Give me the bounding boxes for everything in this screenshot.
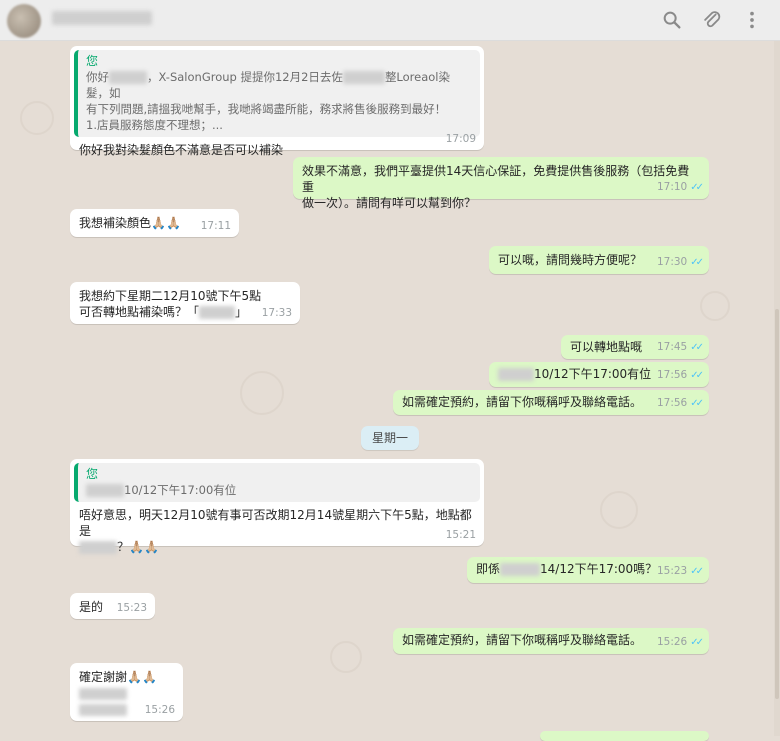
- message-text: 即係 14/12下午17:00嗎？: [476, 562, 658, 576]
- redacted-text: [86, 484, 124, 497]
- wallpaper-doodle: [20, 101, 54, 135]
- message-time: 17:33: [261, 307, 292, 319]
- message-time: 17:11: [200, 220, 231, 232]
- quote-author: 您: [86, 467, 99, 481]
- message-bubble[interactable]: 是的 15:23: [70, 593, 155, 619]
- message-bubble[interactable]: 我想約下星期二12月10號下午5點 可否轉地點補染嗎？「」 17:33: [70, 282, 300, 324]
- quote-text: 你好 ，X-SalonGroup 提提你12月2日去佐 整Loreaol染髮，如 有…: [86, 70, 451, 132]
- quote-author: 您: [86, 54, 99, 68]
- message-text: 我想補染顏色🙏🏼🙏🏼: [79, 216, 181, 230]
- message-bubble[interactable]: 如需確定預約，請留下你嘅稱呼及聯絡電話。 17:56 ✓✓: [393, 390, 709, 415]
- message-bubble[interactable]: 10/12下午17:00有位 17:56 ✓✓: [489, 362, 709, 387]
- read-ticks-icon: ✓✓: [690, 370, 704, 381]
- message-time: 15:26: [144, 704, 175, 716]
- paperclip-icon[interactable]: [701, 9, 723, 31]
- message-time: 15:23 ✓✓: [656, 565, 704, 577]
- message-bubble[interactable]: 即係 14/12下午17:00嗎？ 15:23 ✓✓: [467, 557, 709, 583]
- scrollbar-thumb[interactable]: [775, 309, 779, 699]
- message-text: 唔好意思，明天12月10號有事可否改期12月14號星期六下午5點，地點都是 ？🙏…: [79, 508, 472, 554]
- redacted-text: [498, 368, 534, 381]
- redacted-text: [199, 306, 236, 319]
- wallpaper-doodle: [700, 291, 730, 321]
- read-ticks-icon: ✓✓: [690, 398, 704, 409]
- message-time: 17:56 ✓✓: [656, 369, 704, 381]
- quoted-message[interactable]: 您 你好 ，X-SalonGroup 提提你12月2日去佐 整Loreaol染髮，如…: [74, 50, 480, 137]
- message-time: 17:10 ✓✓: [656, 181, 704, 193]
- quote-text: 10/12下午17:00有位: [86, 482, 472, 498]
- redacted-text: [109, 71, 147, 84]
- read-ticks-icon: ✓✓: [690, 566, 704, 577]
- redacted-text: [79, 541, 117, 554]
- contact-name[interactable]: [52, 11, 152, 25]
- message-time: 17:56 ✓✓: [656, 397, 704, 409]
- message-time: 15:21: [445, 529, 476, 541]
- message-bubble[interactable]: 您 10/12下午17:00有位 唔好意思，明天12月10號有事可否改期12月1…: [70, 459, 484, 554]
- wallpaper-doodle: [240, 371, 284, 415]
- message-bubble[interactable]: 我想補染顏色🙏🏼🙏🏼 17:11: [70, 209, 239, 237]
- message-time: 15:23: [116, 602, 147, 614]
- date-divider: 星期一: [361, 426, 419, 450]
- redacted-text: [342, 71, 385, 84]
- redacted-text: [500, 563, 541, 576]
- message-text: 如需確定預約，請留下你嘅稱呼及聯絡電話。: [402, 395, 643, 409]
- search-icon[interactable]: [661, 9, 683, 31]
- message-time: 17:09: [445, 133, 476, 145]
- redacted-text: [79, 687, 127, 700]
- message-bubble[interactable]: 效果不滿意，我們平臺提供14天信心保証，免費提供售後服務（包括免費重 做一次）。…: [293, 157, 709, 210]
- message-text: 可以轉地點嘅: [570, 340, 643, 354]
- message-text: 我想約下星期二12月10號下午5點 可否轉地點補染嗎？「」: [79, 289, 262, 319]
- message-text: 是的: [79, 600, 104, 614]
- message-text: 可以嘅，請問幾時方便呢？: [498, 253, 643, 267]
- read-ticks-icon: ✓✓: [690, 342, 704, 353]
- message-text: 確定謝謝🙏🏼🙏🏼: [79, 670, 157, 684]
- message-bubble[interactable]: 可以轉地點嘅 17:45 ✓✓: [561, 335, 709, 359]
- wallpaper-doodle: [600, 491, 638, 529]
- contact-avatar[interactable]: [7, 4, 41, 38]
- message-time: 17:45 ✓✓: [656, 341, 704, 353]
- wallpaper-doodle: [330, 641, 362, 673]
- message-bubble[interactable]: 如需確定預約，請留下你嘅稱呼及聯絡電話。 15:26 ✓✓: [393, 628, 709, 654]
- redacted-text: [79, 703, 127, 716]
- scrollbar[interactable]: [774, 41, 780, 736]
- read-ticks-icon: ✓✓: [690, 182, 704, 193]
- message-text: 10/12下午17:00有位: [534, 367, 652, 381]
- message-time: 17:30 ✓✓: [656, 256, 704, 268]
- chat-header: [0, 0, 780, 41]
- message-text: 效果不滿意，我們平臺提供14天信心保証，免費提供售後服務（包括免費重 做一次）。…: [302, 164, 690, 210]
- message-bubble[interactable]: [540, 731, 709, 741]
- message-time: 15:26 ✓✓: [656, 636, 704, 648]
- message-bubble[interactable]: 您 你好 ，X-SalonGroup 提提你12月2日去佐 整Loreaol染髮，如…: [70, 46, 484, 157]
- message-bubble[interactable]: 可以嘅，請問幾時方便呢？ 17:30 ✓✓: [489, 246, 709, 274]
- message-text: 如需確定預約，請留下你嘅稱呼及聯絡電話。: [402, 633, 643, 647]
- read-ticks-icon: ✓✓: [690, 637, 704, 648]
- message-bubble[interactable]: 確定謝謝🙏🏼🙏🏼 15:26: [70, 663, 183, 721]
- read-ticks-icon: ✓✓: [690, 257, 704, 268]
- message-text: 你好我對染髮顏色不滿意是否可以補染: [79, 143, 284, 157]
- quoted-message[interactable]: 您 10/12下午17:00有位: [74, 463, 480, 502]
- menu-dots-icon[interactable]: [741, 9, 763, 31]
